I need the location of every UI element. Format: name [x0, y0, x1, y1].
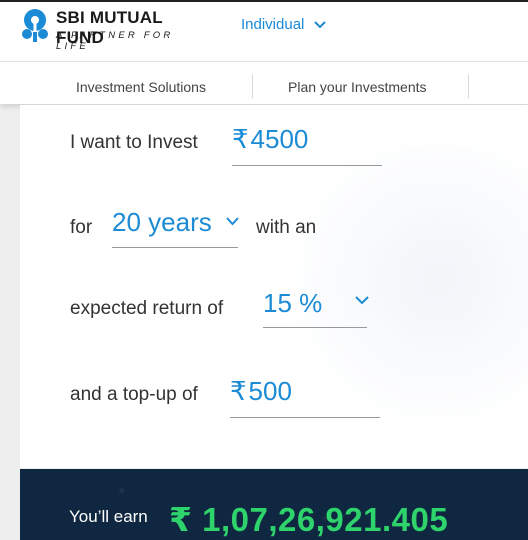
nav-item-investment-solutions[interactable]: Investment Solutions — [76, 62, 206, 104]
segment-dropdown[interactable]: Individual — [241, 16, 327, 33]
segment-label: Individual — [241, 16, 305, 33]
invest-amount-input[interactable]: ₹4500 — [232, 124, 382, 166]
sip-calculator-card: I want to Invest ₹4500 for 20 years with… — [20, 105, 528, 468]
earnings-result-panel: You’ll earn ₹ 1,07,26,921.405 — [20, 469, 528, 540]
earn-value: ₹ 1,07,26,921.405 — [169, 501, 449, 538]
return-value: 15 % — [263, 288, 323, 318]
chevron-down-icon — [226, 217, 239, 226]
rupee-icon: ₹ — [230, 376, 247, 406]
return-select[interactable]: 15 % — [263, 288, 369, 328]
topup-amount-input[interactable]: ₹500 — [230, 376, 380, 418]
invest-label: I want to Invest — [70, 132, 198, 153]
earn-label: You’ll earn — [69, 507, 148, 526]
invest-amount-value: 4500 — [250, 124, 309, 154]
nav-item-plan-your-investments[interactable]: Plan your Investments — [288, 62, 427, 104]
nav-divider — [468, 74, 469, 98]
return-label: expected return of — [70, 298, 224, 319]
years-value: 20 years — [112, 207, 212, 237]
topup-label: and a top-up of — [70, 384, 198, 405]
rupee-icon: ₹ — [232, 124, 249, 154]
sbi-keyhole-logo-icon — [22, 9, 48, 42]
main-nav: Investment Solutions Plan your Investmen… — [0, 62, 528, 104]
chevron-down-icon — [314, 20, 327, 28]
nav-divider — [252, 74, 253, 98]
for-label: for — [70, 217, 93, 238]
chevron-down-icon — [355, 296, 369, 305]
with-an-label: with an — [256, 217, 317, 238]
topup-amount-value: 500 — [248, 376, 292, 406]
brand-logo[interactable]: SBI MUTUAL FUND A PARTNER FOR LIFE — [20, 6, 210, 52]
brand-tagline: A PARTNER FOR LIFE — [56, 30, 174, 52]
years-select[interactable]: 20 years — [112, 207, 239, 248]
top-header: SBI MUTUAL FUND A PARTNER FOR LIFE Indiv… — [0, 0, 528, 62]
